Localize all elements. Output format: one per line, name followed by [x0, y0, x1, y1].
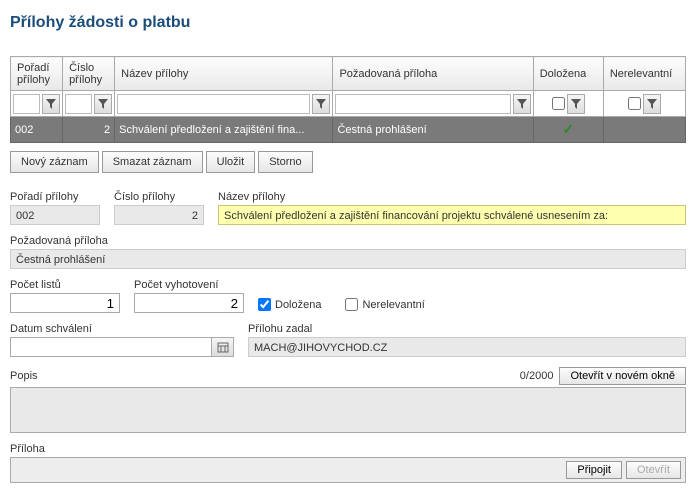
filter-row [11, 91, 686, 117]
cislo-label: Číslo přílohy [114, 191, 204, 203]
zadal-label: Přílohu zadal [248, 323, 686, 335]
pocet-listu-label: Počet listů [10, 279, 120, 291]
save-button[interactable]: Uložit [206, 151, 256, 173]
filter-poradi-input[interactable] [13, 94, 40, 114]
priloha-label: Příloha [10, 443, 686, 455]
funnel-icon [316, 99, 326, 109]
funnel-icon [517, 99, 527, 109]
nerelevantni-checkbox-wrapper[interactable]: Nerelevantní [345, 298, 424, 311]
nazev-field[interactable]: Schválení předložení a zajištění financo… [218, 205, 686, 225]
nerelevantni-checkbox-label: Nerelevantní [362, 299, 424, 311]
funnel-icon [46, 99, 56, 109]
delete-record-button[interactable]: Smazat záznam [102, 151, 203, 173]
col-pozadovana[interactable]: Požadovaná příloha [333, 57, 533, 91]
filter-nazev-input[interactable] [117, 94, 310, 114]
cancel-button[interactable]: Storno [258, 151, 312, 173]
col-nazev[interactable]: Název přílohy [115, 57, 333, 91]
col-nerelevantni[interactable]: Nerelevantní [603, 57, 685, 91]
calendar-button[interactable] [211, 338, 233, 356]
col-cislo[interactable]: Číslo přílohy [63, 57, 115, 91]
toolbar: Nový záznam Smazat záznam Uložit Storno [10, 151, 686, 173]
dolozena-checkbox-wrapper[interactable]: Doložena [258, 298, 321, 311]
funnel-icon [98, 99, 108, 109]
attachment-row: Připojit Otevřít [10, 457, 686, 483]
open-button: Otevřít [626, 461, 681, 479]
filter-poradi-button[interactable] [42, 94, 60, 114]
funnel-icon [647, 99, 657, 109]
datum-input[interactable] [11, 338, 211, 356]
col-dolozena[interactable]: Doložena [533, 57, 603, 91]
cislo-field: 2 [114, 205, 204, 225]
filter-pozadovana-button[interactable] [513, 94, 531, 114]
pocet-vyhot-input[interactable] [134, 293, 244, 313]
col-cislo-label: Číslo přílohy [69, 62, 102, 86]
cell-cislo: 2 [63, 117, 115, 143]
attach-button[interactable]: Připojit [566, 461, 622, 479]
filter-nazev-button[interactable] [312, 94, 330, 114]
cell-pozadovana: Čestná prohlášení [333, 117, 533, 143]
filter-dolozena-checkbox[interactable] [552, 97, 565, 110]
funnel-icon [571, 99, 581, 109]
pozadovana-label: Požadovaná příloha [10, 235, 686, 247]
col-poradi-label: Pořadí přílohy [17, 62, 50, 86]
col-pozadovana-label: Požadovaná příloha [339, 68, 437, 80]
cell-poradi: 002 [11, 117, 63, 143]
col-dolozena-label: Doložena [540, 68, 586, 80]
filter-nerelevantni-checkbox[interactable] [628, 97, 641, 110]
poradi-field: 002 [10, 205, 100, 225]
popis-label: Popis [10, 370, 38, 382]
filter-cislo-input[interactable] [65, 94, 92, 114]
new-record-button[interactable]: Nový záznam [10, 151, 99, 173]
dolozena-checkbox-label: Doložena [275, 299, 321, 311]
cell-nazev: Schválení předložení a zajištění fina... [115, 117, 333, 143]
filter-nerelevantni-button[interactable] [643, 94, 661, 114]
filter-pozadovana-input[interactable] [335, 94, 510, 114]
datum-label: Datum schválení [10, 323, 234, 335]
open-new-window-button[interactable]: Otevřít v novém okně [559, 367, 686, 385]
pozadovana-field: Čestná prohlášení [10, 249, 686, 269]
pocet-listu-input[interactable] [10, 293, 120, 313]
check-icon: ✓ [562, 121, 574, 137]
col-poradi[interactable]: Pořadí přílohy [11, 57, 63, 91]
nerelevantni-checkbox[interactable] [345, 298, 358, 311]
col-nerelevantni-label: Nerelevantní [610, 68, 672, 80]
page-title: Přílohy žádosti o platbu [10, 14, 686, 32]
calendar-icon [217, 341, 229, 353]
nazev-label: Název přílohy [218, 191, 686, 203]
popis-textarea[interactable] [10, 387, 686, 433]
table-row[interactable]: 002 2 Schválení předložení a zajištění f… [11, 117, 686, 143]
dolozena-checkbox[interactable] [258, 298, 271, 311]
zadal-field: MACH@JIHOVYCHOD.CZ [248, 337, 686, 357]
attachments-grid: Pořadí přílohy Číslo přílohy Název přílo… [10, 56, 686, 143]
datum-field[interactable] [10, 337, 234, 357]
col-nazev-label: Název přílohy [121, 68, 188, 80]
filter-cislo-button[interactable] [94, 94, 112, 114]
filter-dolozena-button[interactable] [567, 94, 585, 114]
poradi-label: Pořadí přílohy [10, 191, 100, 203]
pocet-vyhot-label: Počet vyhotovení [134, 279, 244, 291]
popis-counter: 0/2000 [520, 370, 554, 382]
